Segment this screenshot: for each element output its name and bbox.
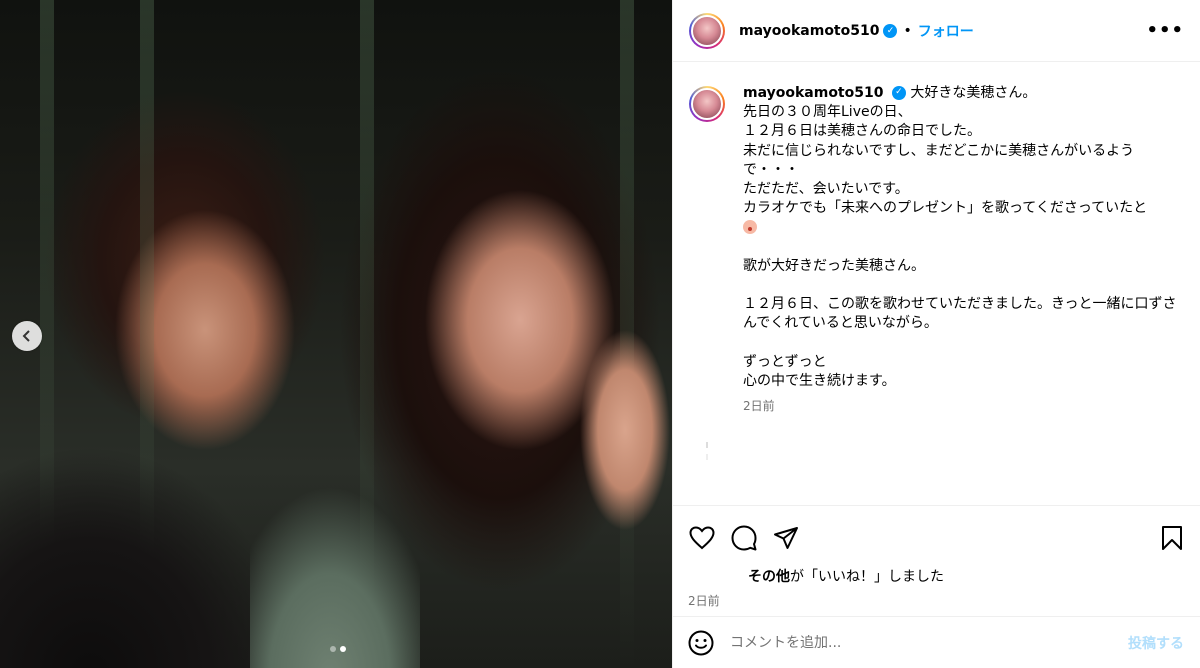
separator-dot: • xyxy=(903,22,912,39)
caption-line: mayookamoto510 ✓ 大好きな美穂さん。 xyxy=(743,84,1183,103)
post-header: mayookamoto510 ✓ • フォロー ••• xyxy=(673,0,1200,62)
caption-username[interactable]: mayookamoto510 xyxy=(743,85,883,101)
caption-text: 未だに信じられないですし、まだどこかに美穂さんがいるようで・・・ xyxy=(743,142,1135,178)
carousel-indicator xyxy=(330,646,346,652)
caption-text xyxy=(743,276,1183,295)
comment-bar: 投稿する xyxy=(672,616,1200,668)
likes-summary: その他が「いいね！」しました xyxy=(748,566,1200,585)
caption-text: １２月６日、この歌を歌わせていただきました。きっと一緒に口ずさんでくれていると思… xyxy=(743,296,1177,332)
caption-body: mayookamoto510 ✓ 大好きな美穂さん。 先日の３０周年Liveの日… xyxy=(743,84,1183,416)
action-bar xyxy=(672,506,1200,558)
header-username[interactable]: mayookamoto510 xyxy=(739,23,879,39)
more-options-icon[interactable]: ••• xyxy=(1146,20,1184,41)
caption-text: カラオケでも「未来へのプレゼント」を歌ってくださっていたと xyxy=(743,200,1148,217)
bookmark-icon xyxy=(1162,526,1182,550)
caption-text: ずっとずっと xyxy=(743,353,827,370)
caption-text: ただただ、会いたいです。 xyxy=(743,181,909,198)
heart-icon xyxy=(689,526,715,550)
send-icon xyxy=(774,527,798,549)
likes-others-link[interactable]: その他 xyxy=(748,569,790,585)
comment-icon xyxy=(731,525,757,551)
chevron-left-icon xyxy=(22,330,30,342)
carousel-prev-button[interactable] xyxy=(12,321,42,351)
caption-text: 先日の３０周年Liveの日、 xyxy=(743,104,912,121)
verified-badge-icon: ✓ xyxy=(891,86,906,100)
post-comment-button[interactable]: 投稿する xyxy=(1128,633,1184,653)
photo-region xyxy=(250,468,420,668)
photo-region xyxy=(580,330,670,530)
post-timestamp[interactable]: 2日前 xyxy=(688,592,1200,609)
post-actions-section: その他が「いいね！」しました 2日前 xyxy=(672,505,1200,609)
carousel-dot-active xyxy=(340,646,346,652)
follow-button[interactable]: フォロー xyxy=(918,21,974,41)
like-button[interactable] xyxy=(688,524,716,552)
caption-text: 心の中で生き続けます。 xyxy=(743,373,896,389)
comment-input[interactable] xyxy=(730,634,1128,651)
caption-text: 大好きな美穂さん。 xyxy=(910,85,1037,101)
carousel-dot xyxy=(330,646,336,652)
likes-text: が「いいね！」しました xyxy=(790,569,944,585)
comment-button[interactable] xyxy=(730,524,758,552)
post-media[interactable] xyxy=(0,0,672,668)
loading-spinner-icon xyxy=(706,442,708,460)
caption-text: 歌が大好きだった美穂さん。 xyxy=(743,257,925,274)
caption-timestamp[interactable]: 2日前 xyxy=(743,397,1183,416)
share-button[interactable] xyxy=(772,524,800,552)
avatar[interactable] xyxy=(689,12,725,49)
smiley-icon[interactable] xyxy=(688,630,714,656)
caption-text: １２月６日は美穂さんの命日でした。 xyxy=(743,123,981,140)
verified-badge-icon: ✓ xyxy=(883,23,898,38)
caption-text xyxy=(743,238,1183,257)
flushed-face-emoji-icon xyxy=(743,220,757,235)
save-button[interactable] xyxy=(1158,524,1186,552)
caption-emoji-line xyxy=(743,218,1183,237)
caption-text xyxy=(743,334,1183,353)
caption-avatar[interactable] xyxy=(689,86,725,122)
post-caption: mayookamoto510 ✓ 大好きな美穂さん。 先日の３０周年Liveの日… xyxy=(689,84,1189,416)
